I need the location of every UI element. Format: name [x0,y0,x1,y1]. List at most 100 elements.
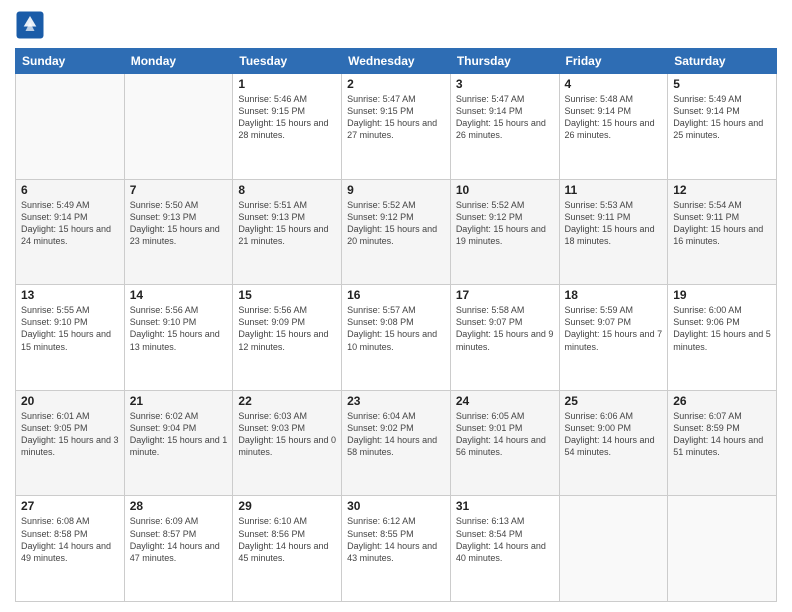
day-detail: Sunrise: 6:03 AM Sunset: 9:03 PM Dayligh… [238,410,336,459]
day-detail: Sunrise: 5:48 AM Sunset: 9:14 PM Dayligh… [565,93,663,142]
weekday-header-saturday: Saturday [668,49,777,74]
day-detail: Sunrise: 5:54 AM Sunset: 9:11 PM Dayligh… [673,199,771,248]
day-cell: 18 Sunrise: 5:59 AM Sunset: 9:07 PM Dayli… [559,285,668,391]
day-detail: Sunrise: 6:04 AM Sunset: 9:02 PM Dayligh… [347,410,445,459]
day-detail: Sunrise: 6:12 AM Sunset: 8:55 PM Dayligh… [347,515,445,564]
day-number: 16 [347,288,445,302]
day-cell: 10 Sunrise: 5:52 AM Sunset: 9:12 PM Dayli… [450,179,559,285]
day-number: 31 [456,499,554,513]
day-cell: 24 Sunrise: 6:05 AM Sunset: 9:01 PM Dayli… [450,390,559,496]
day-detail: Sunrise: 6:13 AM Sunset: 8:54 PM Dayligh… [456,515,554,564]
day-number: 25 [565,394,663,408]
day-number: 15 [238,288,336,302]
day-cell: 15 Sunrise: 5:56 AM Sunset: 9:09 PM Dayli… [233,285,342,391]
weekday-header-row: SundayMondayTuesdayWednesdayThursdayFrid… [16,49,777,74]
day-cell: 2Sunrise: 5:47 AM Sunset: 9:15 PM Daylig… [342,74,451,180]
day-number: 7 [130,183,228,197]
day-detail: Sunrise: 5:52 AM Sunset: 9:12 PM Dayligh… [456,199,554,248]
day-cell: 30Sunrise: 6:12 AM Sunset: 8:55 PM Dayli… [342,496,451,602]
day-cell: 25 Sunrise: 6:06 AM Sunset: 9:00 PM Dayli… [559,390,668,496]
day-detail: Sunrise: 5:51 AM Sunset: 9:13 PM Dayligh… [238,199,336,248]
day-cell: 29 Sunrise: 6:10 AM Sunset: 8:56 PM Dayli… [233,496,342,602]
day-detail: Sunrise: 5:49 AM Sunset: 9:14 PM Dayligh… [21,199,119,248]
day-cell: 11 Sunrise: 5:53 AM Sunset: 9:11 PM Dayli… [559,179,668,285]
day-detail: Sunrise: 6:08 AM Sunset: 8:58 PM Dayligh… [21,515,119,564]
day-number: 2 [347,77,445,91]
day-number: 5 [673,77,771,91]
logo [15,10,49,40]
day-cell [559,496,668,602]
weekday-header-monday: Monday [124,49,233,74]
day-detail: Sunrise: 5:55 AM Sunset: 9:10 PM Dayligh… [21,304,119,353]
day-detail: Sunrise: 5:50 AM Sunset: 9:13 PM Dayligh… [130,199,228,248]
weekday-header-thursday: Thursday [450,49,559,74]
day-number: 9 [347,183,445,197]
day-cell [668,496,777,602]
day-cell: 19 Sunrise: 6:00 AM Sunset: 9:06 PM Dayli… [668,285,777,391]
day-number: 29 [238,499,336,513]
day-detail: Sunrise: 5:59 AM Sunset: 9:07 PM Dayligh… [565,304,663,353]
day-number: 24 [456,394,554,408]
day-cell: 6 Sunrise: 5:49 AM Sunset: 9:14 PM Daylig… [16,179,125,285]
day-detail: Sunrise: 6:00 AM Sunset: 9:06 PM Dayligh… [673,304,771,353]
day-detail: Sunrise: 6:02 AM Sunset: 9:04 PM Dayligh… [130,410,228,459]
day-number: 12 [673,183,771,197]
day-detail: Sunrise: 5:56 AM Sunset: 9:10 PM Dayligh… [130,304,228,353]
day-cell: 23 Sunrise: 6:04 AM Sunset: 9:02 PM Dayli… [342,390,451,496]
day-number: 27 [21,499,119,513]
day-detail: Sunrise: 6:10 AM Sunset: 8:56 PM Dayligh… [238,515,336,564]
day-number: 19 [673,288,771,302]
day-cell: 13 Sunrise: 5:55 AM Sunset: 9:10 PM Dayli… [16,285,125,391]
day-cell: 12 Sunrise: 5:54 AM Sunset: 9:11 PM Dayli… [668,179,777,285]
day-cell: 5Sunrise: 5:49 AM Sunset: 9:14 PM Daylig… [668,74,777,180]
day-cell: 31 Sunrise: 6:13 AM Sunset: 8:54 PM Dayli… [450,496,559,602]
day-number: 13 [21,288,119,302]
day-cell: 17Sunrise: 5:58 AM Sunset: 9:07 PM Dayli… [450,285,559,391]
week-row-5: 27 Sunrise: 6:08 AM Sunset: 8:58 PM Dayli… [16,496,777,602]
day-cell [16,74,125,180]
calendar-page: SundayMondayTuesdayWednesdayThursdayFrid… [0,0,792,612]
day-cell: 28Sunrise: 6:09 AM Sunset: 8:57 PM Dayli… [124,496,233,602]
day-detail: Sunrise: 5:53 AM Sunset: 9:11 PM Dayligh… [565,199,663,248]
day-cell: 14 Sunrise: 5:56 AM Sunset: 9:10 PM Dayli… [124,285,233,391]
day-detail: Sunrise: 5:46 AM Sunset: 9:15 PM Dayligh… [238,93,336,142]
week-row-4: 20Sunrise: 6:01 AM Sunset: 9:05 PM Dayli… [16,390,777,496]
day-number: 4 [565,77,663,91]
day-detail: Sunrise: 6:05 AM Sunset: 9:01 PM Dayligh… [456,410,554,459]
weekday-header-wednesday: Wednesday [342,49,451,74]
day-number: 3 [456,77,554,91]
day-cell: 16 Sunrise: 5:57 AM Sunset: 9:08 PM Dayli… [342,285,451,391]
week-row-3: 13 Sunrise: 5:55 AM Sunset: 9:10 PM Dayli… [16,285,777,391]
day-number: 8 [238,183,336,197]
day-detail: Sunrise: 6:09 AM Sunset: 8:57 PM Dayligh… [130,515,228,564]
day-number: 22 [238,394,336,408]
day-number: 17 [456,288,554,302]
day-number: 11 [565,183,663,197]
day-cell: 8 Sunrise: 5:51 AM Sunset: 9:13 PM Daylig… [233,179,342,285]
day-cell: 21 Sunrise: 6:02 AM Sunset: 9:04 PM Dayli… [124,390,233,496]
weekday-header-tuesday: Tuesday [233,49,342,74]
weekday-header-friday: Friday [559,49,668,74]
day-cell: 26 Sunrise: 6:07 AM Sunset: 8:59 PM Dayli… [668,390,777,496]
day-number: 21 [130,394,228,408]
day-cell: 3 Sunrise: 5:47 AM Sunset: 9:14 PM Daylig… [450,74,559,180]
day-cell: 9 Sunrise: 5:52 AM Sunset: 9:12 PM Daylig… [342,179,451,285]
day-cell: 4 Sunrise: 5:48 AM Sunset: 9:14 PM Daylig… [559,74,668,180]
day-detail: Sunrise: 5:52 AM Sunset: 9:12 PM Dayligh… [347,199,445,248]
day-number: 26 [673,394,771,408]
day-cell: 7 Sunrise: 5:50 AM Sunset: 9:13 PM Daylig… [124,179,233,285]
weekday-header-sunday: Sunday [16,49,125,74]
day-number: 23 [347,394,445,408]
day-detail: Sunrise: 5:57 AM Sunset: 9:08 PM Dayligh… [347,304,445,353]
day-number: 14 [130,288,228,302]
day-number: 18 [565,288,663,302]
day-detail: Sunrise: 5:56 AM Sunset: 9:09 PM Dayligh… [238,304,336,353]
day-detail: Sunrise: 6:06 AM Sunset: 9:00 PM Dayligh… [565,410,663,459]
day-number: 6 [21,183,119,197]
logo-icon [15,10,45,40]
day-detail: Sunrise: 6:07 AM Sunset: 8:59 PM Dayligh… [673,410,771,459]
day-cell [124,74,233,180]
day-detail: Sunrise: 5:47 AM Sunset: 9:14 PM Dayligh… [456,93,554,142]
day-number: 10 [456,183,554,197]
day-cell: 20Sunrise: 6:01 AM Sunset: 9:05 PM Dayli… [16,390,125,496]
